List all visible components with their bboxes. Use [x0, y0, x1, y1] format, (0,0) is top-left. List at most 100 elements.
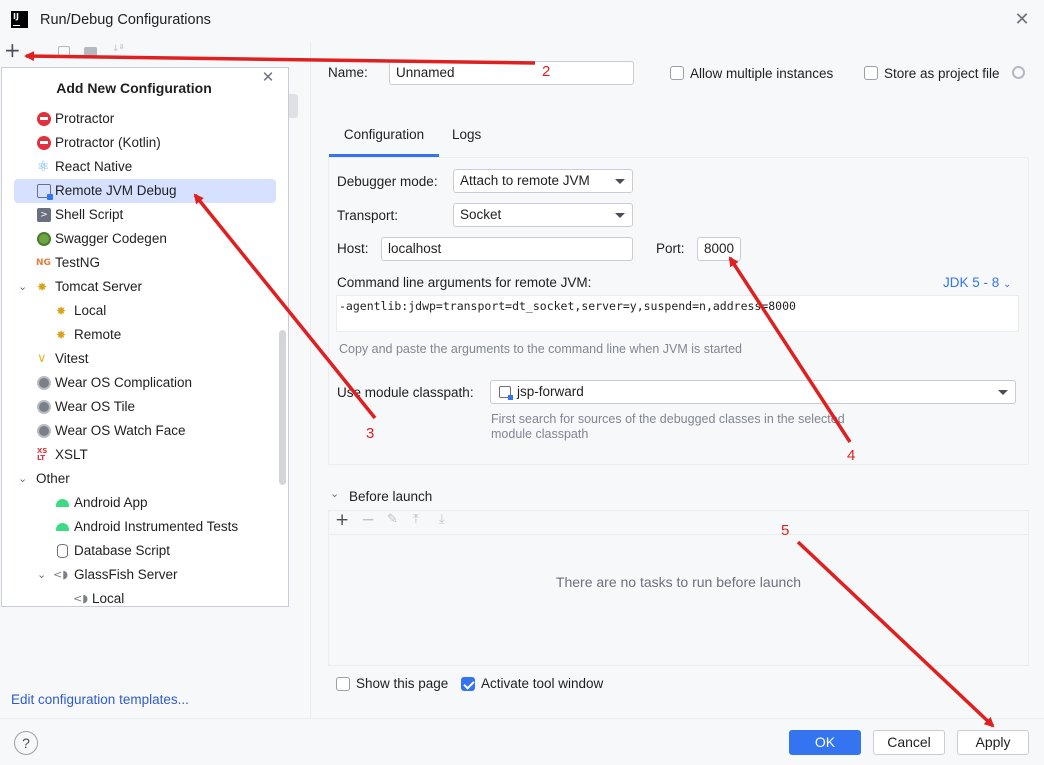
name-field[interactable]: Unnamed [389, 61, 634, 85]
allow-multiple-label: Allow multiple instances [690, 66, 834, 81]
sort-icon[interactable]: ↓ª [112, 44, 124, 54]
popup-item-xslt[interactable]: XS LT XSLT [2, 443, 278, 467]
jdk-version-dropdown[interactable]: JDK 5 - 8 ⌄ [943, 275, 1011, 290]
chevron-down-icon[interactable]: ⌄ [18, 467, 27, 491]
cmd-args-textarea[interactable]: -agentlib:jdwp=transport=dt_socket,serve… [336, 295, 1019, 332]
remove-task-icon[interactable]: − [361, 510, 375, 530]
module-classpath-select[interactable]: jsp-forward [490, 380, 1016, 404]
chevron-down-icon[interactable]: ⌄ [330, 487, 339, 500]
popup-scrollbar[interactable] [279, 330, 286, 485]
copy-icon[interactable] [58, 46, 70, 57]
store-project-checkbox[interactable] [864, 66, 878, 80]
popup-item-label: Protractor (Kotlin) [55, 135, 161, 150]
host-label: Host: [337, 241, 369, 256]
move-up-icon[interactable]: ⤒ [413, 512, 419, 527]
folder-icon[interactable] [84, 47, 97, 57]
popup-item-glassfish-local[interactable]: <◗ Local [2, 587, 278, 606]
popup-item-react-native[interactable]: ⚛ React Native [2, 155, 278, 179]
cmd-args-label: Command line arguments for remote JVM: [337, 275, 592, 290]
xslt-icon: XS LT [37, 447, 48, 462]
popup-item-label: TestNG [55, 255, 101, 270]
popup-item-label: Remote [74, 327, 122, 342]
react-icon: ⚛ [37, 159, 50, 175]
edit-configuration-templates-link[interactable]: Edit configuration templates... [11, 692, 189, 707]
popup-close-icon[interactable]: ✕ [260, 69, 276, 85]
popup-item-wear-os-watch-face[interactable]: Wear OS Watch Face [2, 419, 278, 443]
popup-item-testng[interactable]: NG TestNG [2, 251, 278, 275]
popup-item-android-app[interactable]: Android App [2, 491, 278, 515]
annotation-number-5: 5 [781, 522, 790, 539]
help-button[interactable]: ? [14, 731, 38, 755]
show-page-label: Show this page [356, 676, 449, 691]
remote-debug-icon [37, 184, 53, 200]
empty-tasks-message: There are no tasks to run before launch [555, 574, 802, 590]
popup-item-database-script[interactable]: Database Script [2, 539, 278, 563]
popup-group-other[interactable]: ⌄ Other [2, 467, 278, 491]
tab-configuration[interactable]: Configuration [329, 120, 439, 158]
popup-item-wear-os-complication[interactable]: Wear OS Complication [2, 371, 278, 395]
show-page-checkbox[interactable] [336, 677, 350, 691]
popup-item-tomcat-local[interactable]: ✸ Local [2, 299, 278, 323]
popup-item-label: Wear OS Complication [55, 375, 193, 390]
popup-item-label: Vitest [55, 351, 89, 366]
popup-item-protractor[interactable]: Protractor [2, 107, 278, 131]
popup-item-remote-jvm-debug[interactable]: Remote JVM Debug [14, 179, 276, 203]
cancel-button[interactable]: Cancel [873, 730, 945, 755]
chevron-down-icon: ⌄ [1003, 279, 1012, 290]
tomcat-icon: ✸ [56, 328, 67, 342]
add-new-configuration-popup: Add New Configuration ✕ Protractor Protr… [1, 67, 289, 607]
host-field[interactable]: localhost [381, 237, 633, 261]
glassfish-icon: <◗ [53, 568, 69, 581]
popup-item-label: Local [74, 303, 107, 318]
popup-item-label: XSLT [55, 447, 88, 462]
popup-item-label: GlassFish Server [74, 567, 178, 582]
popup-item-glassfish-server[interactable]: ⌄ <◗ GlassFish Server [2, 563, 278, 587]
annotation-number-4: 4 [847, 447, 856, 464]
close-window-icon[interactable]: ✕ [1012, 10, 1032, 30]
tab-logs[interactable]: Logs [452, 120, 481, 150]
popup-item-wear-os-tile[interactable]: Wear OS Tile [2, 395, 278, 419]
module-icon [499, 386, 513, 400]
apply-button[interactable]: Apply [957, 730, 1029, 755]
debugger-mode-select[interactable]: Attach to remote JVM [453, 169, 633, 193]
popup-item-shell-script[interactable]: > Shell Script [2, 203, 278, 227]
popup-item-label: Wear OS Watch Face [55, 423, 186, 438]
port-field[interactable]: 8000 [697, 237, 741, 261]
popup-item-label: React Native [55, 159, 133, 174]
move-down-icon[interactable]: ⤓ [439, 512, 445, 527]
popup-item-android-instrumented-tests[interactable]: Android Instrumented Tests [2, 515, 278, 539]
name-label: Name: [328, 65, 368, 80]
glassfish-icon: <◗ [73, 592, 89, 605]
edit-task-icon[interactable]: ✎ [387, 512, 398, 527]
popup-item-vitest[interactable]: ∨ Vitest [2, 347, 278, 371]
add-task-icon[interactable]: + [335, 510, 349, 530]
port-label: Port: [656, 241, 685, 256]
tomcat-icon: ✸ [56, 304, 67, 318]
chevron-down-icon[interactable]: ⌄ [37, 563, 46, 587]
activate-tool-window-checkbox[interactable] [461, 677, 475, 691]
allow-multiple-checkbox[interactable] [670, 66, 684, 80]
transport-select[interactable]: Socket [453, 203, 633, 227]
popup-item-tomcat-remote[interactable]: ✸ Remote [2, 323, 278, 347]
gear-icon[interactable] [1012, 66, 1025, 79]
module-hint-line2: module classpath [491, 427, 589, 441]
popup-item-protractor-kotlin[interactable]: Protractor (Kotlin) [2, 131, 278, 155]
popup-item-swagger-codegen[interactable]: Swagger Codegen [2, 227, 278, 251]
popup-item-tomcat-server[interactable]: ⌄ ✸ Tomcat Server [2, 275, 278, 299]
wear-os-icon [37, 424, 51, 438]
popup-title: Add New Configuration [56, 80, 212, 96]
popup-item-label: Wear OS Tile [55, 399, 136, 414]
add-configuration-icon[interactable]: + [4, 38, 21, 62]
android-icon [56, 499, 69, 507]
protractor-icon [37, 112, 51, 126]
window-title: Run/Debug Configurations [40, 12, 211, 28]
testng-icon: NG [36, 258, 51, 268]
android-icon [56, 523, 69, 531]
chevron-down-icon[interactable]: ⌄ [18, 275, 27, 299]
debugger-mode-label: Debugger mode: [337, 174, 438, 189]
wear-os-icon [37, 376, 51, 390]
store-project-label: Store as project file [884, 66, 1000, 81]
annotation-number-2: 2 [542, 63, 551, 80]
ok-button[interactable]: OK [789, 730, 861, 755]
database-icon [57, 544, 68, 558]
